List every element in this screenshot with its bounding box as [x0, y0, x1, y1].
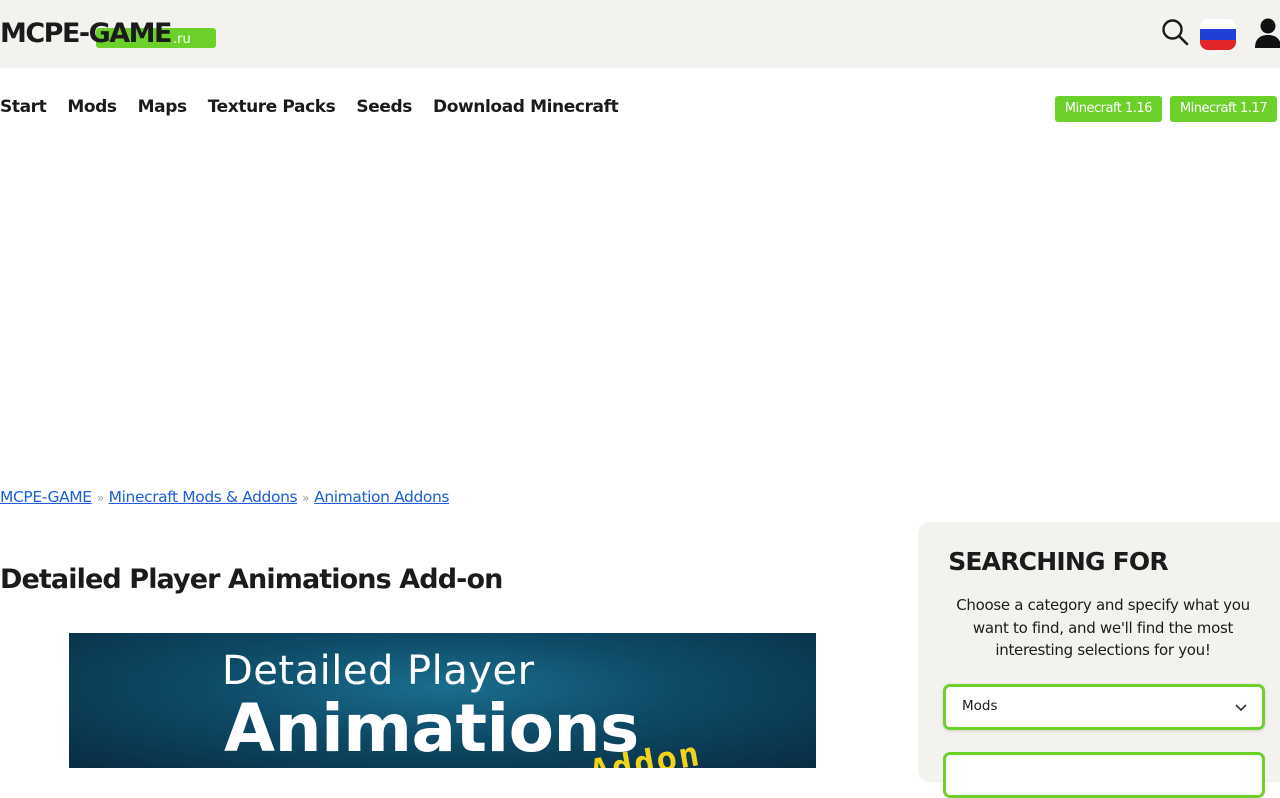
version-button-1-17[interactable]: Minecraft 1.17: [1169, 96, 1277, 122]
sidebar-description: Choose a category and specify what you w…: [956, 596, 1250, 659]
breadcrumb-animation-addons[interactable]: Animation Addons: [314, 488, 449, 506]
russia-flag-icon[interactable]: [1200, 19, 1236, 50]
category-select[interactable]: Mods: [943, 684, 1265, 730]
category-select-value: Mods: [962, 698, 998, 714]
search-sidebar: SEARCHING FOR Choose a category and spec…: [918, 522, 1280, 798]
nav-item-start[interactable]: Start: [0, 95, 47, 119]
breadcrumb-home[interactable]: MCPE-GAME: [0, 488, 92, 506]
version-buttons: Minecraft 1.16 Minecraft 1.17: [1054, 96, 1277, 122]
top-header: MCPE-GAME .ru: [0, 0, 1280, 68]
search-query-field[interactable]: [943, 752, 1265, 798]
chevron-down-icon: [1235, 704, 1247, 712]
sidebar-title: SEARCHING FOR: [948, 547, 1168, 576]
nav-item-maps[interactable]: Maps: [138, 95, 187, 119]
nav-item-mods[interactable]: Mods: [67, 95, 117, 119]
version-button-1-16[interactable]: Minecraft 1.16: [1054, 96, 1162, 122]
logo-text: MCPE-GAME: [0, 18, 173, 49]
hero-text-line1: Detailed Player: [222, 648, 535, 694]
site-logo[interactable]: MCPE-GAME .ru: [0, 17, 216, 51]
breadcrumb-separator: »: [96, 491, 104, 505]
breadcrumb-mods-addons[interactable]: Minecraft Mods & Addons: [109, 488, 298, 506]
breadcrumb-separator: »: [302, 491, 310, 505]
logo-suffix: .ru: [173, 32, 191, 47]
hero-text-line2: Animations: [224, 690, 639, 767]
hero-image: Detailed Player Animations Addon: [69, 633, 816, 768]
breadcrumb: MCPE-GAME » Minecraft Mods & Addons » Animat…: [0, 486, 449, 509]
nav-item-seeds[interactable]: Seeds: [356, 95, 412, 119]
main-nav: Start Mods Maps Texture Packs Seeds Down…: [0, 95, 619, 119]
user-icon[interactable]: [1254, 17, 1280, 49]
nav-item-download-minecraft[interactable]: Download Minecraft: [433, 95, 619, 119]
page-title: Detailed Player Animations Add-on: [0, 564, 503, 595]
search-icon[interactable]: [1161, 18, 1189, 46]
nav-item-texture-packs[interactable]: Texture Packs: [208, 95, 336, 119]
